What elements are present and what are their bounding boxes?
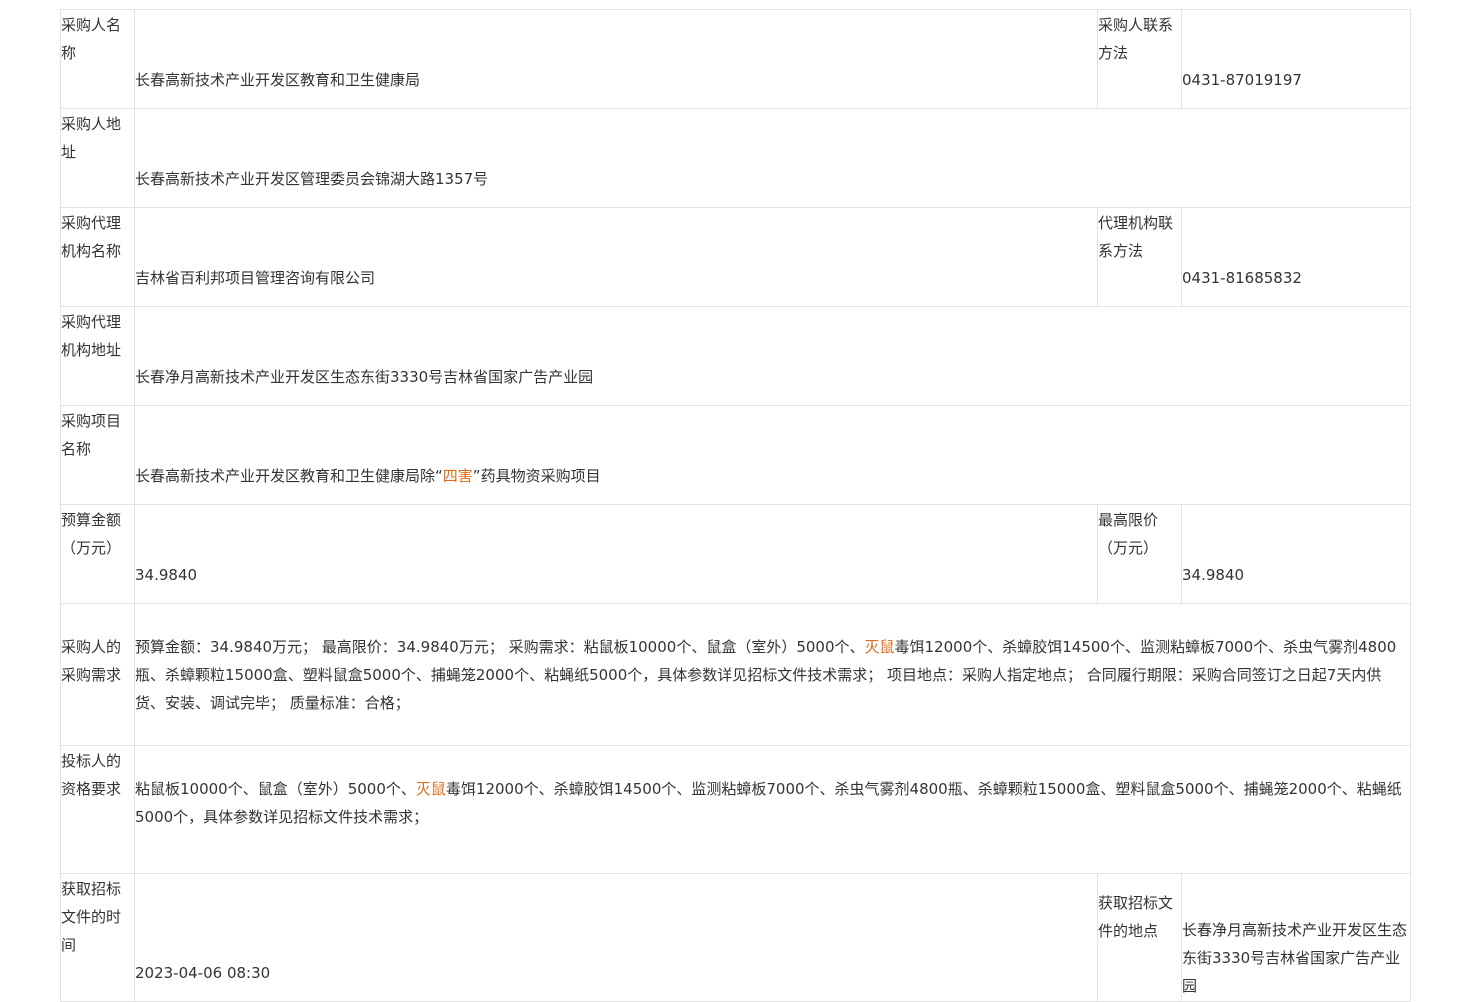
procurement-info-table: 采购人名称 长春高新技术产业开发区教育和卫生健康局 采购人联系方法 0431-8… [60, 9, 1411, 1002]
project-name-highlight: 四害 [442, 467, 473, 485]
purchaser-address-label: 采购人地址 [60, 108, 135, 208]
qualification-value: 粘鼠板10000个、鼠盒（室外）5000个、灭鼠毒饵12000个、杀蟑胶饵145… [134, 745, 1411, 874]
max-price-value: 34.9840 [1181, 504, 1411, 604]
purchaser-name-value: 长春高新技术产业开发区教育和卫生健康局 [134, 9, 1098, 109]
table-row: 采购代理机构名称 吉林省百利邦项目管理咨询有限公司 代理机构联系方法 0431-… [60, 207, 1411, 307]
agency-address-value: 长春净月高新技术产业开发区生态东街3330号吉林省国家广告产业园 [134, 306, 1411, 406]
table-row: 采购人地址 长春高新技术产业开发区管理委员会锦湖大路1357号 [60, 108, 1411, 208]
requirements-prefix: 预算金额：34.9840万元； 最高限价：34.9840万元； 采购需求：粘鼠板… [135, 638, 865, 656]
doc-time-label: 获取招标文件的时间 [60, 873, 135, 1002]
table-row: 采购代理机构地址 长春净月高新技术产业开发区生态东街3330号吉林省国家广告产业… [60, 306, 1411, 406]
qualification-prefix: 粘鼠板10000个、鼠盒（室外）5000个、 [135, 780, 416, 798]
requirements-value: 预算金额：34.9840万元； 最高限价：34.9840万元； 采购需求：粘鼠板… [134, 603, 1411, 746]
doc-place-label: 获取招标文件的地点 [1097, 873, 1182, 1002]
table-row: 采购人的采购需求 预算金额：34.9840万元； 最高限价：34.9840万元；… [60, 603, 1411, 746]
table-row: 投标人的资格要求 粘鼠板10000个、鼠盒（室外）5000个、灭鼠毒饵12000… [60, 745, 1411, 874]
project-name-label: 采购项目名称 [60, 405, 135, 505]
qualification-highlight: 灭鼠 [415, 780, 446, 798]
procurement-info-table-container: 采购人名称 长春高新技术产业开发区教育和卫生健康局 采购人联系方法 0431-8… [60, 9, 1411, 1002]
doc-place-value: 长春净月高新技术产业开发区生态东街3330号吉林省国家广告产业园 [1181, 873, 1411, 1002]
table-row: 采购人名称 长春高新技术产业开发区教育和卫生健康局 采购人联系方法 0431-8… [60, 9, 1411, 109]
agency-name-label: 采购代理机构名称 [60, 207, 135, 307]
agency-address-label: 采购代理机构地址 [60, 306, 135, 406]
purchaser-name-label: 采购人名称 [60, 9, 135, 109]
project-name-prefix: 长春高新技术产业开发区教育和卫生健康局除“ [135, 467, 443, 485]
purchaser-contact-value: 0431-87019197 [1181, 9, 1411, 109]
requirements-highlight: 灭鼠 [864, 638, 895, 656]
project-name-value: 长春高新技术产业开发区教育和卫生健康局除“四害”药具物资采购项目 [134, 405, 1411, 505]
doc-time-value: 2023-04-06 08:30 [134, 873, 1098, 1002]
agency-name-value: 吉林省百利邦项目管理咨询有限公司 [134, 207, 1098, 307]
table-row: 采购项目名称 长春高新技术产业开发区教育和卫生健康局除“四害”药具物资采购项目 [60, 405, 1411, 505]
agency-contact-value: 0431-81685832 [1181, 207, 1411, 307]
budget-label: 预算金额（万元） [60, 504, 135, 604]
qualification-label: 投标人的资格要求 [60, 745, 135, 874]
table-row: 预算金额（万元） 34.9840 最高限价（万元） 34.9840 [60, 504, 1411, 604]
agency-contact-label: 代理机构联系方法 [1097, 207, 1182, 307]
table-row: 获取招标文件的时间 2023-04-06 08:30 获取招标文件的地点 长春净… [60, 873, 1411, 1002]
purchaser-contact-label: 采购人联系方法 [1097, 9, 1182, 109]
requirements-label: 采购人的采购需求 [60, 603, 135, 746]
project-name-suffix: ”药具物资采购项目 [472, 467, 601, 485]
purchaser-address-value: 长春高新技术产业开发区管理委员会锦湖大路1357号 [134, 108, 1411, 208]
budget-value: 34.9840 [134, 504, 1098, 604]
max-price-label: 最高限价（万元） [1097, 504, 1182, 604]
